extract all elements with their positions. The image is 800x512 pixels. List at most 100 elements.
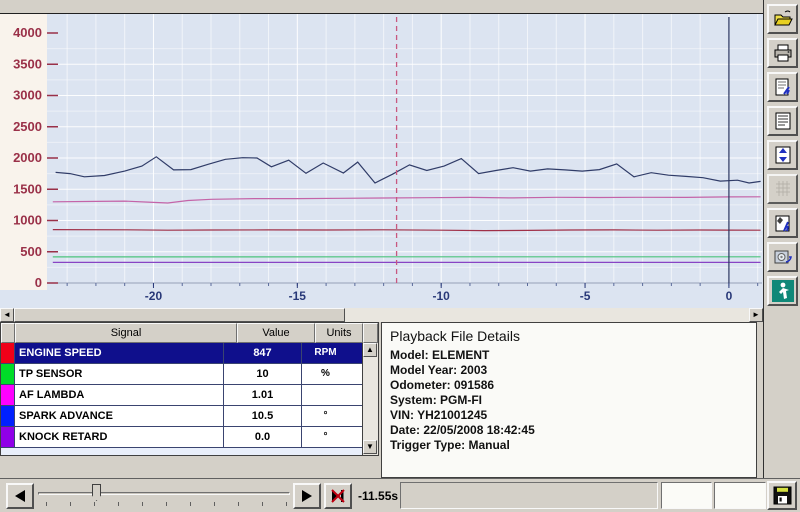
skip-to-end-button[interactable]	[324, 483, 352, 509]
units-column-header[interactable]: Units	[315, 323, 363, 343]
signal-name: SPARK ADVANCE	[15, 406, 223, 426]
status-panel	[400, 482, 658, 509]
svg-text:2000: 2000	[13, 150, 42, 165]
details-field-model: Model: ELEMENT	[390, 348, 756, 363]
slider-tick	[286, 502, 287, 506]
signal-value: 0.0	[223, 427, 301, 447]
play-button[interactable]	[293, 483, 321, 509]
svg-text:2500: 2500	[13, 119, 42, 134]
table-scroll-up-button[interactable]: ▲	[363, 343, 377, 357]
slider-tick	[190, 502, 191, 506]
signal-name: ENGINE SPEED	[15, 343, 223, 363]
playback-time-label: -11.55s	[358, 489, 398, 503]
exit-person-icon	[771, 279, 795, 303]
title-bar: YH21001245 PGM-FI 08 03 20 00 51 37805-P…	[0, 0, 763, 14]
annotate-button[interactable]	[767, 208, 798, 238]
details-title: Playback File Details	[390, 328, 756, 344]
signal-row-knock-retard[interactable]: KNOCK RETARD0.0°	[1, 427, 363, 448]
cd-save-button[interactable]	[767, 242, 798, 272]
svg-text:3000: 3000	[13, 88, 42, 103]
table-vertical-scrollbar[interactable]: ▲ ▼	[362, 343, 378, 455]
chart-horizontal-scrollbar[interactable]: ◄ ►	[0, 308, 763, 322]
svg-text:0: 0	[35, 275, 42, 290]
signal-value: 847	[223, 343, 301, 363]
expand-scale-button[interactable]	[767, 140, 798, 170]
slider-tick	[166, 502, 167, 506]
view-settings-button[interactable]	[767, 72, 798, 102]
transport-bar: -11.55s	[0, 478, 800, 512]
scroll-right-button[interactable]: ►	[749, 308, 763, 322]
svg-text:500: 500	[20, 244, 42, 259]
details-field-date: Date: 22/05/2008 18:42:45	[390, 423, 756, 438]
signal-color-swatch	[1, 343, 15, 363]
printer-icon	[772, 42, 794, 64]
signal-units	[301, 385, 349, 405]
exit-button[interactable]	[767, 276, 798, 306]
back-triangle-icon	[13, 489, 27, 503]
svg-text:-15: -15	[289, 289, 307, 303]
document-settings-icon	[772, 76, 794, 98]
signal-row-af-lambda[interactable]: AF LAMBDA1.01	[1, 385, 363, 406]
slider-tick	[238, 502, 239, 506]
slider-tick	[94, 502, 95, 506]
open-folder-icon	[772, 8, 794, 30]
signal-table: Signal Value Units ENGINE SPEED847RPMTP …	[0, 322, 379, 456]
grid-snapshot-button	[767, 174, 798, 204]
signal-value: 10.5	[223, 406, 301, 426]
table-scroll-down-button[interactable]: ▼	[363, 440, 377, 454]
vertical-arrows-icon	[772, 144, 794, 166]
signal-row-spark-advance[interactable]: SPARK ADVANCE10.5°	[1, 406, 363, 427]
status-cell-1	[661, 482, 712, 509]
save-button[interactable]	[767, 481, 797, 510]
details-fields: Model: ELEMENTModel Year: 2003Odometer: …	[390, 348, 756, 453]
color-column-header	[1, 323, 15, 343]
scroll-left-button[interactable]: ◄	[0, 308, 14, 322]
slider-tick	[142, 502, 143, 506]
slider-tick	[70, 502, 71, 506]
data-list-button[interactable]	[767, 106, 798, 136]
signal-column-header[interactable]: Signal	[15, 323, 237, 343]
details-field-model-year: Model Year: 2003	[390, 363, 756, 378]
signal-color-swatch	[1, 364, 15, 384]
slider-tick	[262, 502, 263, 506]
signal-color-swatch	[1, 385, 15, 405]
value-column-header[interactable]: Value	[237, 323, 315, 343]
playback-slider-track[interactable]	[38, 492, 290, 495]
grid-icon	[772, 178, 794, 200]
hscroll-thumb[interactable]	[14, 308, 345, 322]
print-button[interactable]	[767, 38, 798, 68]
details-field-odometer: Odometer: 091586	[390, 378, 756, 393]
skip-end-cancel-icon	[330, 488, 346, 504]
playback-file-details: Playback File Details Model: ELEMENTMode…	[381, 322, 757, 478]
step-back-button[interactable]	[6, 483, 34, 509]
status-cell-2	[714, 482, 766, 509]
signal-value: 1.01	[223, 385, 301, 405]
signal-color-swatch	[1, 406, 15, 426]
signal-units: %	[301, 364, 349, 384]
table-rows: ENGINE SPEED847RPMTP SENSOR10%AF LAMBDA1…	[1, 343, 363, 448]
signal-name: TP SENSOR	[15, 364, 223, 384]
svg-text:4000: 4000	[13, 25, 42, 40]
slider-tick	[118, 502, 119, 506]
playback-slider-thumb[interactable]	[92, 484, 101, 501]
signal-name: AF LAMBDA	[15, 385, 223, 405]
signal-row-engine-speed[interactable]: ENGINE SPEED847RPM	[1, 343, 363, 364]
table-header: Signal Value Units	[1, 323, 378, 343]
signal-units: °	[301, 427, 349, 447]
signal-units: RPM	[301, 343, 349, 363]
right-toolbar	[763, 0, 800, 478]
chart-pane: -20-15-10-500500100015002000250030003500…	[0, 14, 763, 308]
signal-line-chart[interactable]: -20-15-10-500500100015002000250030003500…	[0, 14, 763, 308]
signal-color-swatch	[1, 427, 15, 447]
play-triangle-icon	[300, 489, 314, 503]
svg-text:-20: -20	[145, 289, 163, 303]
signal-row-tp-sensor[interactable]: TP SENSOR10%	[1, 364, 363, 385]
open-file-button[interactable]	[767, 4, 798, 34]
svg-text:-10: -10	[433, 289, 451, 303]
svg-text:1000: 1000	[13, 213, 42, 228]
disc-icon	[772, 246, 794, 268]
slider-tick	[46, 502, 47, 506]
pen-notes-icon	[772, 212, 794, 234]
scrollbar-column-header	[363, 323, 378, 343]
svg-text:-5: -5	[580, 289, 591, 303]
